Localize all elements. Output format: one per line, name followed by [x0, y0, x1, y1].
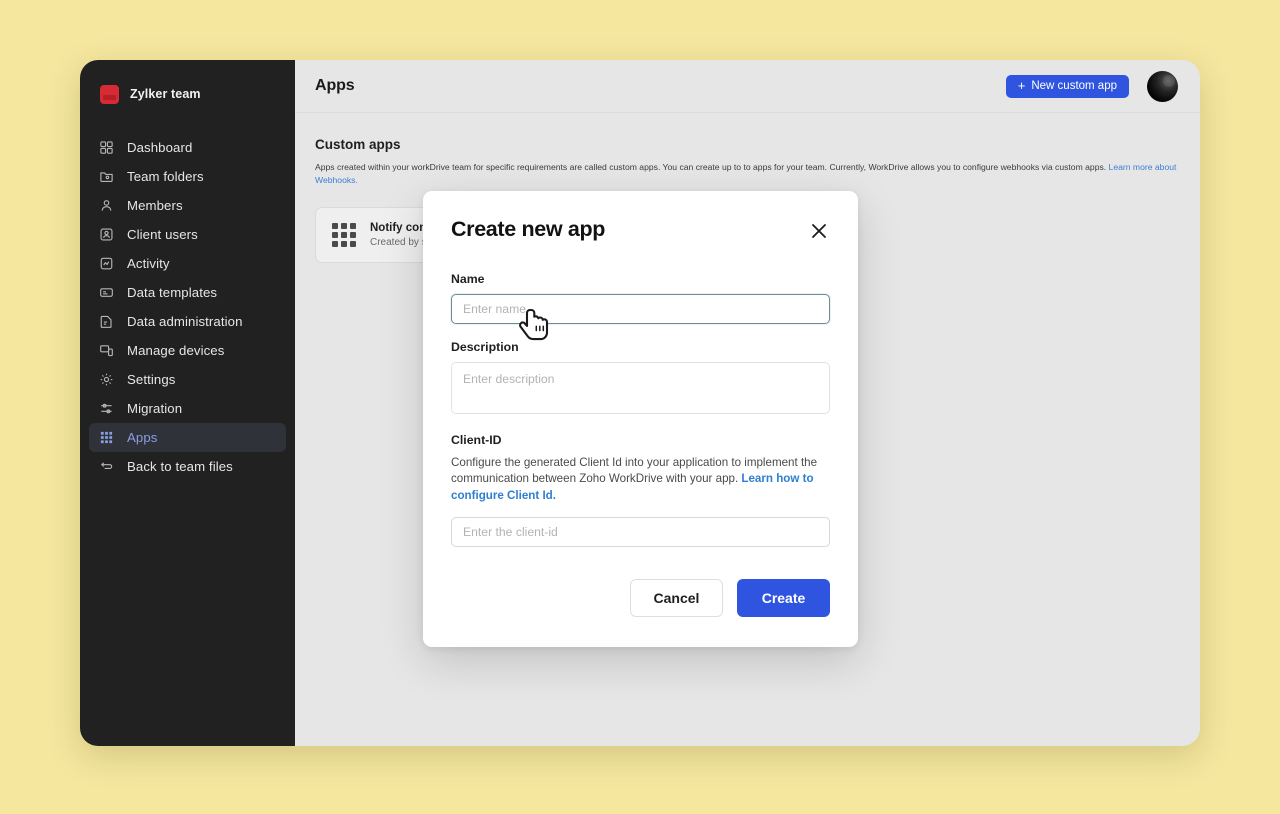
sidebar-item-activity[interactable]: Activity — [89, 249, 286, 278]
sidebar-item-members[interactable]: Members — [89, 191, 286, 220]
sidebar-nav: Dashboard Team folders Members Client us… — [80, 133, 295, 481]
apps-grid-icon — [332, 222, 356, 247]
sidebar-item-data-administration[interactable]: Data administration — [89, 307, 286, 336]
sidebar-item-label: Data administration — [127, 314, 243, 329]
modal-actions: Cancel Create — [451, 579, 830, 618]
cancel-button[interactable]: Cancel — [630, 579, 723, 618]
team-switcher[interactable]: Zylker team — [80, 76, 295, 112]
sidebar-item-dashboard[interactable]: Dashboard — [89, 133, 286, 162]
sidebar-item-label: Manage devices — [127, 343, 225, 358]
sidebar-item-team-folders[interactable]: Team folders — [89, 162, 286, 191]
sidebar-item-manage-devices[interactable]: Manage devices — [89, 336, 286, 365]
back-arrow-icon — [99, 459, 114, 474]
section-description: Apps created within your workDrive team … — [315, 161, 1177, 188]
sidebar-item-apps[interactable]: Apps — [89, 423, 286, 452]
name-label: Name — [451, 272, 485, 286]
migration-icon — [99, 401, 114, 416]
client-id-label: Client-ID — [451, 433, 502, 447]
modal-title: Create new app — [451, 217, 606, 241]
plus-icon: + — [1017, 78, 1026, 93]
sidebar-item-label: Settings — [127, 372, 176, 387]
client-id-help-text: Configure the generated Client Id into y… — [451, 455, 830, 504]
folder-icon — [99, 169, 114, 184]
client-users-icon — [99, 227, 114, 242]
sidebar-item-label: Dashboard — [127, 140, 193, 155]
team-name: Zylker team — [130, 87, 201, 101]
modal-header: Create new app — [451, 217, 830, 242]
sidebar: Zylker team Dashboard Team folders Membe… — [80, 60, 295, 746]
client-id-field-group: Client-ID Configure the generated Client… — [451, 433, 830, 548]
zylker-logo-icon — [100, 84, 119, 104]
description-input[interactable] — [451, 362, 830, 414]
new-custom-app-label: New custom app — [1031, 80, 1117, 92]
section-description-text: Apps created within your workDrive team … — [315, 162, 1109, 172]
data-administration-icon — [99, 314, 114, 329]
manage-devices-icon — [99, 343, 114, 358]
sidebar-item-label: Data templates — [127, 285, 218, 300]
sidebar-item-label: Client users — [127, 227, 198, 242]
page-title: Apps — [315, 77, 355, 94]
sidebar-item-label: Migration — [127, 401, 183, 416]
sidebar-item-label: Activity — [127, 256, 170, 271]
sidebar-item-label: Team folders — [127, 169, 204, 184]
sidebar-item-migration[interactable]: Migration — [89, 394, 286, 423]
description-field-group: Description — [451, 340, 830, 419]
name-field-group: Name — [451, 272, 830, 324]
data-templates-icon — [99, 285, 114, 300]
description-label: Description — [451, 340, 519, 354]
sidebar-item-label: Back to team files — [127, 459, 233, 474]
sidebar-item-label: Apps — [127, 430, 158, 445]
sidebar-item-label: Members — [127, 198, 183, 213]
activity-icon — [99, 256, 114, 271]
name-input[interactable] — [451, 294, 830, 324]
avatar[interactable] — [1147, 70, 1178, 102]
sidebar-item-data-templates[interactable]: Data templates — [89, 278, 286, 307]
sidebar-item-settings[interactable]: Settings — [89, 365, 286, 394]
create-new-app-modal: Create new app Name Description Client-I… — [423, 191, 858, 648]
close-icon[interactable] — [808, 220, 830, 242]
new-custom-app-button[interactable]: + New custom app — [1005, 74, 1129, 98]
create-button[interactable]: Create — [737, 579, 830, 618]
client-id-input[interactable] — [451, 517, 830, 548]
apps-grid-icon — [99, 430, 114, 445]
section-title: Custom apps — [315, 137, 401, 152]
sidebar-item-client-users[interactable]: Client users — [89, 220, 286, 249]
sidebar-item-back-to-team-files[interactable]: Back to team files — [89, 452, 286, 481]
dashboard-grid-icon — [99, 140, 114, 155]
top-bar-actions: + New custom app — [1005, 70, 1178, 102]
top-bar: Apps + New custom app — [295, 60, 1200, 113]
gear-icon — [99, 372, 114, 387]
members-icon — [99, 198, 114, 213]
